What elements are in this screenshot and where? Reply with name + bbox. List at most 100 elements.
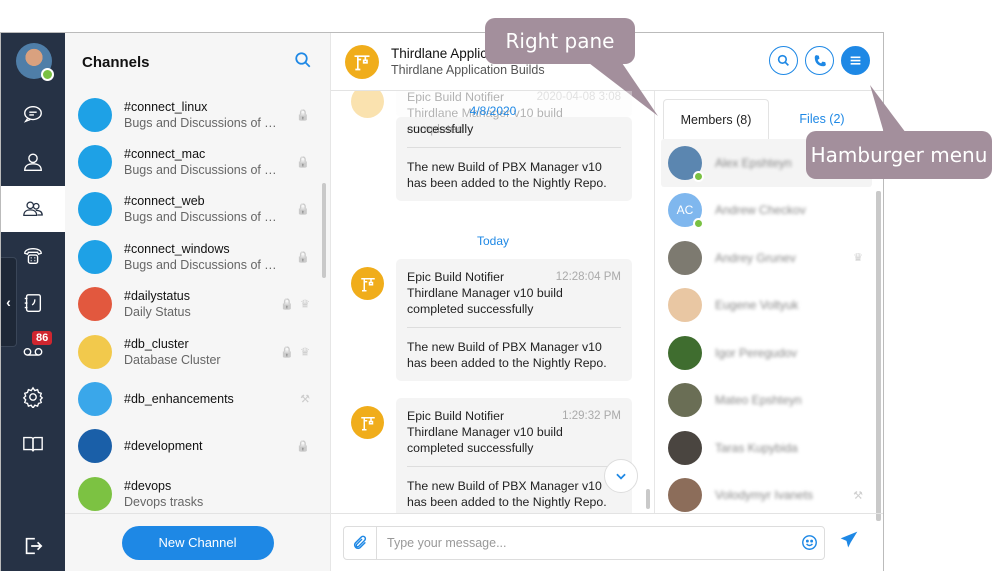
member-item[interactable]: Volodymyr Ivanets ⚒	[655, 472, 883, 514]
member-avatar	[668, 288, 702, 323]
channel-item[interactable]: #db_cluster Database Cluster 🔒 ♛	[65, 328, 330, 375]
new-channel-button[interactable]: New Channel	[121, 525, 274, 560]
date-separator: Today	[476, 234, 510, 248]
channel-flags: 🔒	[296, 203, 310, 216]
channel-flags: 🔒	[296, 440, 310, 453]
smiley-icon	[801, 535, 817, 550]
channel-description: Daily Status	[124, 305, 191, 320]
logout-icon	[25, 537, 43, 555]
channel-avatar	[78, 192, 112, 227]
message-bubble: Epic Build Notifier 12:28:04 PM Thirdlane …	[396, 259, 632, 381]
member-item[interactable]: Mateo Epshteyn	[655, 377, 883, 425]
hamburger-menu-button[interactable]	[841, 46, 870, 75]
search-channels-button[interactable]	[294, 51, 312, 74]
help-nav[interactable]	[1, 421, 65, 467]
callout-right-pane: Right pane	[485, 18, 635, 64]
sender-avatar	[351, 406, 384, 439]
member-list-scrollbar[interactable]	[876, 191, 881, 521]
help-book-icon	[23, 436, 43, 452]
member-name: Taras Kupybida	[715, 440, 798, 455]
logout-nav[interactable]	[1, 523, 65, 569]
message-list-scrollbar[interactable]	[646, 489, 650, 509]
crown-icon: ♛	[300, 346, 310, 359]
channel-flags: 🔒	[296, 108, 310, 121]
channel-item[interactable]: #db_enhancements ⚒	[65, 375, 330, 422]
send-button[interactable]	[839, 530, 859, 555]
channel-item[interactable]: #connect_linux Bugs and Discussions of Th…	[65, 91, 330, 138]
chats-nav[interactable]	[1, 91, 65, 137]
app-window: 86 ‹ Channels #connect_linux Bugs and Dis…	[0, 32, 884, 571]
channel-item[interactable]: #devops Devops trasks	[65, 470, 330, 513]
member-name: Igor Peregudov	[715, 345, 798, 360]
channel-name: #devops	[124, 478, 172, 493]
crane-icon	[360, 277, 375, 291]
member-name: Andrey Grunev	[715, 250, 796, 265]
call-button[interactable]	[805, 46, 834, 75]
member-avatar	[668, 430, 702, 465]
gavel-icon: ⚒	[300, 393, 310, 406]
channel-text: #db_enhancements	[124, 391, 330, 407]
message-divider	[407, 147, 621, 148]
paperclip-icon	[353, 535, 367, 549]
channel-list: #connect_linux Bugs and Discussions of Th…	[65, 91, 330, 513]
channel-avatar	[78, 476, 112, 511]
tab-members[interactable]: Members (8)	[663, 99, 769, 139]
channel-flags: 🔒 ♛	[280, 298, 310, 311]
scroll-to-bottom-button[interactable]	[604, 459, 638, 493]
member-name: Mateo Epshteyn	[715, 393, 802, 408]
channel-item[interactable]: #development 🔒	[65, 423, 330, 470]
message-input[interactable]	[377, 535, 794, 550]
contacts-icon	[24, 153, 42, 171]
gavel-icon: ⚒	[853, 489, 863, 502]
member-item[interactable]: Taras Kupybida	[655, 424, 883, 472]
room-actions	[769, 46, 870, 75]
chevron-down-icon	[616, 473, 626, 480]
nav-rail: 86 ‹	[1, 33, 65, 571]
channel-avatar	[78, 429, 112, 464]
lock-icon: 🔒	[296, 440, 310, 453]
channel-avatar	[78, 97, 112, 132]
member-avatar	[668, 383, 702, 418]
member-avatar	[668, 335, 702, 370]
channel-item[interactable]: #connect_windows Bugs and Discussions of …	[65, 233, 330, 280]
settings-nav[interactable]	[1, 374, 65, 420]
channel-description: Bugs and Discussions of Thir...	[124, 210, 284, 225]
channel-item[interactable]: #dailystatus Daily Status 🔒 ♛	[65, 281, 330, 328]
emoji-button[interactable]	[794, 534, 824, 551]
channel-item[interactable]: #connect_web Bugs and Discussions of Thir…	[65, 186, 330, 233]
lock-icon: 🔒	[280, 298, 295, 311]
lock-icon: 🔒	[296, 203, 310, 216]
channel-description: Bugs and Discussions of Thir...	[124, 257, 284, 272]
channel-text: #devops Devops trasks	[124, 478, 330, 510]
member-item[interactable]: Igor Peregudov	[655, 329, 883, 377]
channel-flags: 🔒	[296, 250, 310, 263]
sender-name: Epic Build Notifier	[407, 91, 505, 104]
channel-item[interactable]: #connect_mac Bugs and Discussions of Thir…	[65, 138, 330, 185]
channels-nav[interactable]	[1, 186, 65, 232]
channel-flags: 🔒	[296, 156, 310, 169]
attach-button[interactable]	[344, 526, 377, 559]
online-status-dot	[693, 170, 704, 182]
phone-icon	[814, 54, 826, 66]
online-status-dot	[693, 218, 704, 230]
channels-panel: Channels #connect_linux Bugs and Discussi…	[65, 33, 331, 571]
call-log-icon	[24, 294, 42, 312]
message-input-box	[343, 525, 825, 560]
channel-list-scrollbar[interactable]	[322, 183, 326, 278]
contacts-nav[interactable]	[1, 139, 65, 185]
chats-icon	[23, 105, 42, 123]
search-messages-button[interactable]	[769, 46, 798, 75]
collapse-sidebar-button[interactable]: ‹	[1, 257, 17, 347]
message-text: Thirdlane Manager v10 build completed su…	[407, 286, 563, 316]
member-item[interactable]: AC Andrew Checkov	[655, 187, 883, 235]
member-initials: AC	[676, 203, 694, 218]
lock-icon: 🔒	[296, 109, 310, 122]
member-item[interactable]: Eugene Voltyuk	[655, 282, 883, 330]
member-name: Volodymyr Ivanets	[715, 488, 814, 503]
channels-footer: New Channel	[65, 513, 330, 571]
member-list: Alex Epshteyn AC Andrew Checkov Andrey Grun…	[655, 139, 883, 513]
user-avatar[interactable]	[16, 43, 54, 81]
member-item[interactable]: Andrey Grunev ♛	[655, 234, 883, 282]
message-body: The new Build of PBX Manager v10 has bee…	[407, 479, 607, 509]
message-composer	[331, 513, 883, 571]
